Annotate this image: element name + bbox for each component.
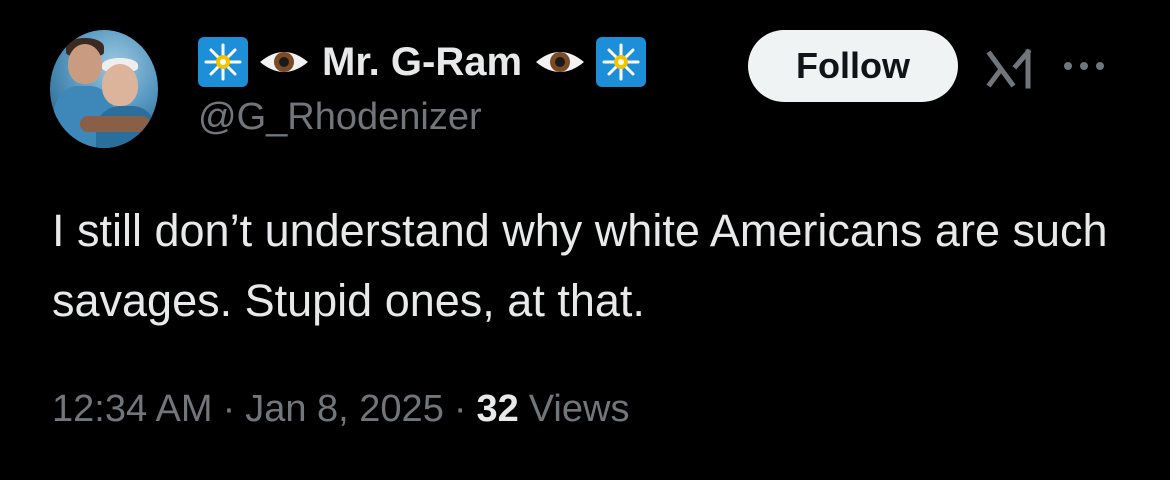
eye-icon	[534, 46, 586, 78]
tweet-date[interactable]: Jan 8, 2025	[245, 388, 444, 431]
views-count[interactable]: 32	[476, 388, 518, 431]
meta-separator: ·	[453, 388, 467, 430]
sparkle-burst-icon	[596, 37, 647, 87]
user-handle[interactable]: @G_Rhodenizer	[198, 96, 482, 139]
follow-button[interactable]: Follow	[748, 30, 958, 102]
grok-icon[interactable]	[986, 46, 1036, 92]
display-name[interactable]: Mr. G-Ram	[322, 40, 522, 85]
views-label[interactable]: Views	[529, 388, 630, 431]
tweet-text: I still don’t understand why white Ameri…	[52, 205, 1108, 326]
tweet-time[interactable]: 12:34 AM	[52, 388, 213, 431]
tweet-meta: 12:34 AM · Jan 8, 2025 · 32 Views	[52, 388, 629, 431]
meta-separator: ·	[222, 388, 236, 430]
user-name-row[interactable]: Mr. G-Ram	[198, 34, 647, 90]
sparkle-burst-icon	[198, 37, 248, 87]
more-options-icon[interactable]	[1064, 56, 1110, 76]
eye-icon	[258, 46, 310, 78]
avatar[interactable]	[50, 30, 158, 148]
